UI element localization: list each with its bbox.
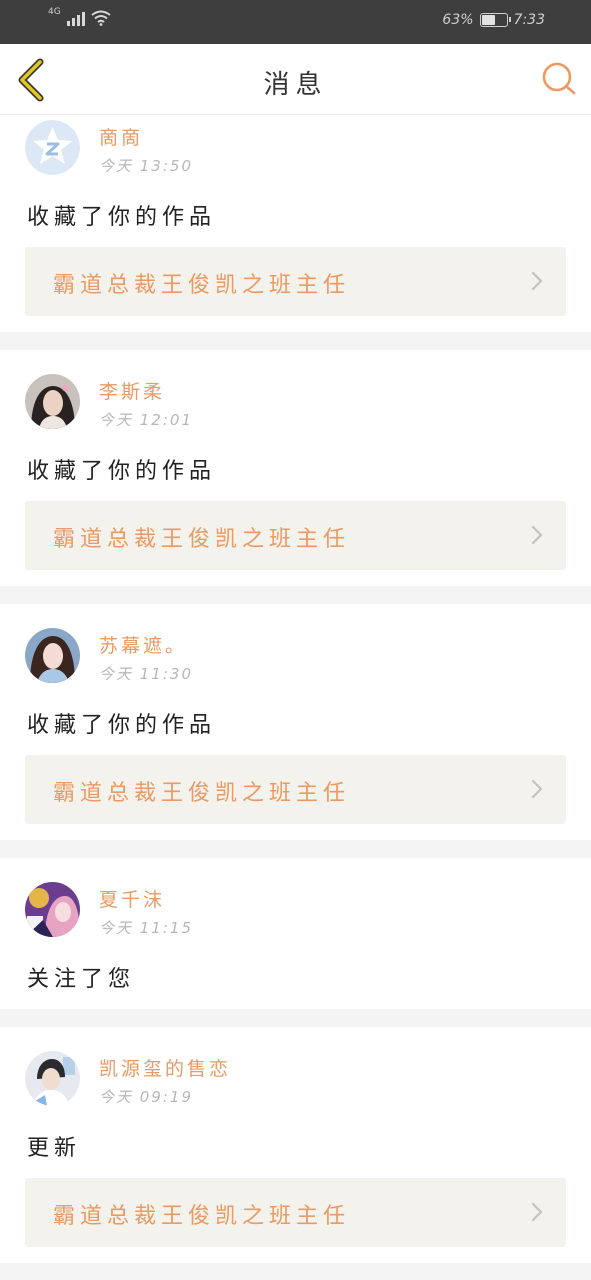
work-title: 霸道总裁王俊凯之班主任 — [53, 273, 351, 298]
message-item[interactable]: 夏千沫 今天 11:15 关注了您 — [0, 858, 591, 1009]
work-title: 霸道总裁王俊凯之班主任 — [53, 781, 351, 806]
message-item[interactable]: 李斯柔 今天 12:01 收藏了你的作品 霸道总裁王俊凯之班主任 — [0, 350, 591, 586]
action-text: 收藏了你的作品 — [27, 459, 217, 484]
page-title: 消息 — [263, 70, 328, 100]
avatar[interactable] — [25, 628, 80, 683]
avatar[interactable] — [25, 120, 80, 175]
chevron-right-icon — [531, 271, 543, 291]
work-link[interactable]: 霸道总裁王俊凯之班主任 — [25, 755, 566, 824]
avatar[interactable] — [25, 1051, 80, 1106]
work-link[interactable]: 霸道总裁王俊凯之班主任 — [25, 247, 566, 316]
username[interactable]: 啇啇 — [99, 123, 143, 150]
battery-percent: 63% — [442, 12, 474, 28]
status-bar: 4G 63% 7:33 — [0, 0, 591, 44]
battery-icon — [479, 13, 511, 27]
work-link[interactable]: 霸道总裁王俊凯之班主任 — [25, 1178, 566, 1247]
message-item[interactable]: 凯源玺的售恋 今天 09:19 更新 霸道总裁王俊凯之班主任 — [0, 1027, 591, 1263]
signal-icon — [66, 10, 85, 26]
work-link[interactable]: 霸道总裁王俊凯之班主任 — [25, 501, 566, 570]
action-text: 收藏了你的作品 — [27, 205, 217, 230]
timestamp: 今天 12:01 — [99, 411, 193, 429]
timestamp: 今天 09:19 — [99, 1088, 193, 1106]
chevron-right-icon — [531, 779, 543, 799]
clock: 7:33 — [513, 12, 545, 28]
username[interactable]: 凯源玺的售恋 — [99, 1054, 231, 1081]
user-photo — [25, 374, 80, 429]
username[interactable]: 李斯柔 — [99, 377, 165, 404]
default-avatar-icon — [25, 120, 80, 175]
search-icon[interactable] — [541, 60, 577, 96]
chevron-right-icon — [531, 525, 543, 545]
avatar[interactable] — [25, 374, 80, 429]
username[interactable]: 夏千沫 — [99, 885, 165, 912]
message-item[interactable]: 啇啇 今天 13:50 收藏了你的作品 霸道总裁王俊凯之班主任 — [0, 115, 591, 332]
status-left: 4G — [48, 7, 111, 26]
action-text: 收藏了你的作品 — [27, 713, 217, 738]
action-text: 关注了您 — [27, 967, 136, 992]
message-item[interactable]: 苏幕遮。 今天 11:30 收藏了你的作品 霸道总裁王俊凯之班主任 — [0, 604, 591, 840]
timestamp: 今天 11:30 — [99, 665, 193, 683]
network-type: 4G — [48, 7, 61, 17]
timestamp: 今天 13:50 — [99, 157, 193, 175]
chevron-right-icon — [531, 1202, 543, 1222]
status-right: 63% 7:33 — [442, 12, 545, 28]
user-photo — [25, 1051, 80, 1106]
avatar[interactable] — [25, 882, 80, 937]
timestamp: 今天 11:15 — [99, 919, 193, 937]
user-photo — [25, 882, 80, 937]
username[interactable]: 苏幕遮。 — [99, 631, 187, 658]
action-text: 更新 — [27, 1136, 82, 1161]
user-photo — [25, 628, 80, 683]
work-title: 霸道总裁王俊凯之班主任 — [53, 1204, 351, 1229]
work-title: 霸道总裁王俊凯之班主任 — [53, 527, 351, 552]
navigation-bar: 消息 — [0, 44, 591, 115]
wifi-icon — [91, 10, 111, 26]
